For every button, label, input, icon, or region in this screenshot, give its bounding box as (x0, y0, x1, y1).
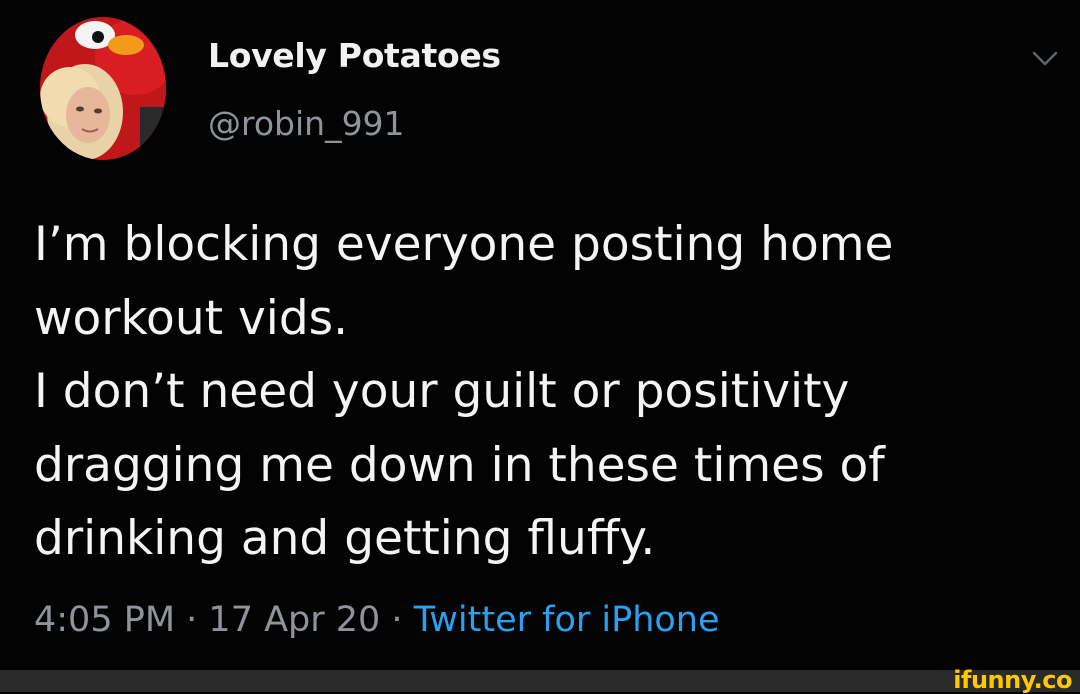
tweet-text-line: drinking and getting fluffy. (34, 511, 656, 566)
tweet-text-line: dragging me down in these times of (34, 437, 885, 493)
chevron-down-icon-glyph (1032, 51, 1058, 66)
tweet-text: I’m blocking everyone posting home worko… (34, 208, 1054, 576)
tweet-date[interactable]: 17 Apr 20 (208, 600, 380, 640)
tweet-metadata: 4:05 PM · 17 Apr 20 · Twitter for iPhone (34, 600, 720, 640)
avatar-image (40, 17, 166, 160)
tweet-text-line: I’m blocking everyone posting home (34, 217, 894, 272)
user-handle[interactable]: @robin_991 (208, 104, 405, 143)
meta-separator: · (175, 600, 209, 640)
tweet-time[interactable]: 4:05 PM (34, 600, 175, 640)
tweet-source-link[interactable]: Twitter for iPhone (414, 600, 720, 640)
meta-separator: · (380, 600, 414, 640)
ifunny-watermark: ifunny.co (953, 666, 1072, 694)
tweet-card: Lovely Potatoes @robin_991 I’m blocking … (0, 0, 1080, 670)
chevron-down-icon[interactable] (1030, 48, 1060, 70)
watermark-bar: ifunny.co (0, 666, 1080, 694)
tweet-text-line: I don’t need your guilt or positivity (34, 364, 850, 419)
profile-avatar[interactable] (40, 17, 166, 160)
tweet-text-line: workout vids. (34, 290, 349, 346)
display-name[interactable]: Lovely Potatoes (208, 36, 501, 75)
